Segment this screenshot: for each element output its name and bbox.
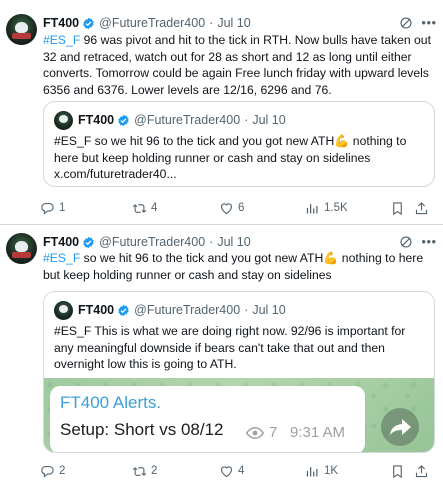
tweet-actions: 1 4 6 1.5K xyxy=(40,198,438,218)
tweet-text-content: so we hit 96 to the tick and you got new… xyxy=(43,251,424,282)
like-icon xyxy=(220,465,233,477)
author-handle[interactable]: @FutureTrader400 xyxy=(99,235,205,249)
hashtag[interactable]: #ES_F xyxy=(43,251,80,265)
share-icon xyxy=(415,201,428,214)
quote-text: #ES_F so we hit 96 to the tick and you g… xyxy=(54,133,426,183)
views-button[interactable]: 1K xyxy=(305,461,338,481)
reply-button[interactable]: 1 xyxy=(40,198,65,218)
quoted-tweet[interactable]: FT400 @FutureTrader400 · Jul 10 #ES_F so… xyxy=(43,101,435,187)
separator-dot: · xyxy=(209,16,214,30)
reply-count: 1 xyxy=(59,202,66,214)
tweet-actions: 2 2 4 1K xyxy=(40,461,438,481)
quote-link[interactable]: x.com/futuretrader40... xyxy=(54,167,177,181)
tweet-date[interactable]: Jul 10 xyxy=(217,235,250,249)
like-count: 6 xyxy=(238,202,245,214)
bookmark-icon xyxy=(393,201,402,215)
message-time: 9:31 AM xyxy=(290,424,346,441)
separator-dot: · xyxy=(244,303,249,317)
bookmark-icon xyxy=(393,464,402,478)
tweet-text-content: 96 was pivot and hit to the tick in RTH.… xyxy=(43,33,431,97)
quote-date: Jul 10 xyxy=(252,303,286,317)
grok-icon[interactable] xyxy=(399,16,413,30)
repost-count: 4 xyxy=(151,202,158,214)
quote-text: #ES_F This is what we are doing right no… xyxy=(54,323,426,373)
verified-badge-icon xyxy=(118,114,129,126)
verified-badge-icon xyxy=(83,17,94,29)
repost-button[interactable]: 2 xyxy=(132,461,157,481)
like-button[interactable]: 6 xyxy=(219,198,244,218)
reply-icon xyxy=(41,202,54,215)
quote-header: FT400 @FutureTrader400 · Jul 10 xyxy=(78,301,286,319)
quote-author-name: FT400 xyxy=(78,113,115,127)
author-name[interactable]: FT400 xyxy=(43,16,79,30)
reply-count: 2 xyxy=(59,465,66,477)
share-button[interactable] xyxy=(414,461,429,481)
repost-button[interactable]: 4 xyxy=(132,198,157,218)
reply-button[interactable]: 2 xyxy=(40,461,65,481)
alert-setup: Setup: Short vs 08/12 xyxy=(60,420,224,439)
eye-icon xyxy=(246,426,264,439)
more-icon[interactable]: ••• xyxy=(421,235,437,251)
separator-dot: · xyxy=(244,113,249,127)
author-name[interactable]: FT400 xyxy=(43,235,79,249)
tweet-text: #ES_F so we hit 96 to the tick and you g… xyxy=(43,250,438,283)
views-button[interactable]: 1.5K xyxy=(305,198,348,218)
message-view-count: 7 xyxy=(269,424,278,441)
like-count: 4 xyxy=(238,465,245,477)
bookmark-button[interactable] xyxy=(390,198,405,218)
quote-author-name: FT400 xyxy=(78,303,115,317)
alert-title: FT400 Alerts. xyxy=(60,393,162,412)
quote-hashtag: #ES_F xyxy=(54,134,92,148)
view-count: 1K xyxy=(324,465,339,477)
reply-icon xyxy=(41,465,54,478)
tweet-2[interactable]: FT400 @FutureTrader400 · Jul 10 ••• #ES_… xyxy=(0,226,443,487)
avatar[interactable] xyxy=(6,14,37,45)
author-handle[interactable]: @FutureTrader400 xyxy=(99,16,205,30)
tweet-date[interactable]: Jul 10 xyxy=(217,16,250,30)
quote-media-image[interactable]: FT400 Alerts. Setup: Short vs 08/12 7 9:… xyxy=(44,378,434,452)
more-icon[interactable]: ••• xyxy=(421,16,437,32)
forward-icon xyxy=(381,408,419,446)
quoted-tweet[interactable]: FT400 @FutureTrader400 · Jul 10 #ES_F Th… xyxy=(43,291,435,453)
hashtag[interactable]: #ES_F xyxy=(43,33,80,47)
repost-icon xyxy=(132,203,147,213)
share-button[interactable] xyxy=(414,198,429,218)
message-views: 7 xyxy=(246,424,277,441)
repost-icon xyxy=(132,466,147,476)
tweet-header: FT400 @FutureTrader400 · Jul 10 xyxy=(43,233,251,251)
tweet-header: FT400 @FutureTrader400 · Jul 10 xyxy=(43,14,251,32)
avatar[interactable] xyxy=(6,233,37,264)
quote-date: Jul 10 xyxy=(252,113,286,127)
telegram-message-bubble: FT400 Alerts. Setup: Short vs 08/12 7 9:… xyxy=(50,386,365,452)
like-button[interactable]: 4 xyxy=(219,461,244,481)
verified-badge-icon xyxy=(83,236,94,248)
quote-header: FT400 @FutureTrader400 · Jul 10 xyxy=(78,111,286,129)
view-count: 1.5K xyxy=(324,202,348,214)
tweet-text: #ES_F 96 was pivot and hit to the tick i… xyxy=(43,32,438,98)
quote-avatar xyxy=(54,301,73,320)
views-icon xyxy=(306,466,318,476)
grok-icon[interactable] xyxy=(399,235,413,249)
quote-hashtag: #ES_F xyxy=(54,324,92,338)
quote-text-content: This is what we are doing right now. 92/… xyxy=(54,324,406,371)
views-icon xyxy=(306,203,318,213)
tweet-1[interactable]: FT400 @FutureTrader400 · Jul 10 ••• #ES_… xyxy=(0,0,443,225)
quote-text-content: so we hit 96 to the tick and you got new… xyxy=(54,134,407,165)
quote-author-handle: @FutureTrader400 xyxy=(134,113,241,127)
separator-dot: · xyxy=(209,235,214,249)
quote-avatar xyxy=(54,111,73,130)
verified-badge-icon xyxy=(118,304,129,316)
share-icon xyxy=(415,464,428,477)
repost-count: 2 xyxy=(151,465,158,477)
bookmark-button[interactable] xyxy=(390,461,405,481)
quote-author-handle: @FutureTrader400 xyxy=(134,303,241,317)
like-icon xyxy=(220,202,233,214)
